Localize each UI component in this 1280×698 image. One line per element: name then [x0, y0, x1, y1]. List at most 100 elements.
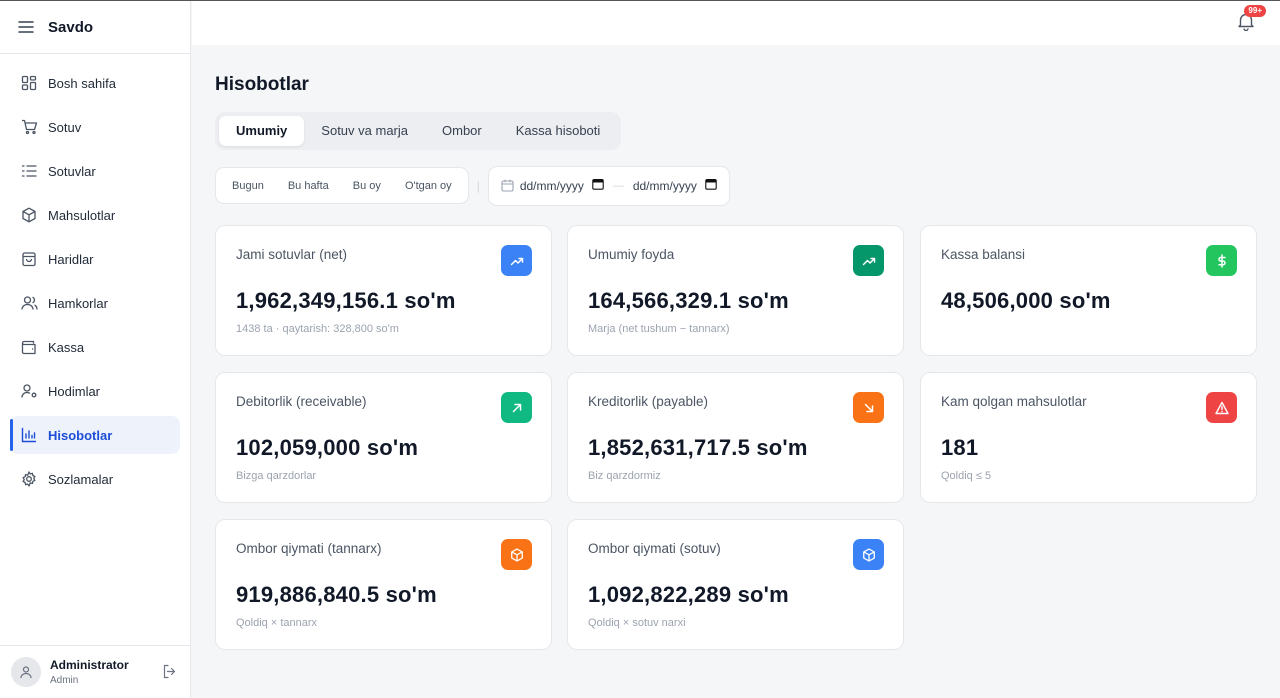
date-range-separator: —: [612, 179, 624, 192]
user-gear-icon: [20, 382, 38, 400]
sidebar-item-label: Mahsulotlar: [48, 207, 116, 223]
wallet-icon: [20, 338, 38, 356]
cart-icon: [20, 118, 38, 136]
card-title: Kreditorlik (payable): [588, 394, 709, 409]
card-title: Jami sotuvlar (net): [236, 247, 348, 262]
date-from-placeholder: dd/mm/yyyy: [519, 178, 584, 193]
card-subtitle: Bizga qarzdorlar: [236, 470, 317, 482]
range-buttons: Bugun Bu hafta Bu oy O'tgan oy: [215, 167, 469, 204]
tab-ombor[interactable]: Ombor: [425, 116, 499, 146]
sidebar-item-hisobotlar[interactable]: Hisobotlar: [10, 416, 180, 454]
card-title: Umumiy foyda: [588, 247, 675, 262]
date-range: dd/mm/yyyy — dd/mm/yyyy: [487, 165, 730, 206]
report-tabs: Umumiy Sotuv va marja Ombor Kassa hisobo…: [215, 112, 622, 150]
stat-card-kreditorlik: Kreditorlik (payable) 1,852,631,717.5 so…: [567, 372, 904, 503]
tab-kassa-hisoboti[interactable]: Kassa hisoboti: [499, 116, 618, 146]
card-value: 48,506,000 so'm: [941, 288, 1111, 313]
box-icon: [853, 539, 884, 570]
sidebar-item-sotuv[interactable]: Sotuv: [10, 108, 180, 146]
sidebar-item-label: Hodimlar: [48, 383, 101, 399]
menu-icon[interactable]: [18, 20, 34, 34]
card-value: 1,962,349,156.1 so'm: [236, 288, 456, 313]
bag-icon: [20, 250, 38, 268]
calendar-icon: [501, 179, 514, 192]
card-title: Ombor qiymati (sotuv): [588, 541, 721, 556]
filters-bar: Bugun Bu hafta Bu oy O'tgan oy | dd/mm/y…: [215, 165, 730, 206]
sidebar-item-label: Hamkorlar: [48, 295, 108, 311]
filter-divider: |: [476, 178, 480, 193]
sidebar-item-label: Hisobotlar: [48, 427, 113, 443]
avatar[interactable]: [11, 657, 41, 687]
page-title: Hisobotlar: [215, 74, 309, 95]
sidebar-item-label: Sozlamalar: [48, 471, 114, 487]
sidebar-item-label: Sotuv: [48, 119, 82, 135]
card-title: Debitorlik (receivable): [236, 394, 367, 409]
card-value: 1,852,631,717.5 so'm: [588, 435, 808, 460]
sidebar-item-kassa[interactable]: Kassa: [10, 328, 180, 366]
card-title: Kam qolgan mahsulotlar: [941, 394, 1087, 409]
tab-umumiy[interactable]: Umumiy: [219, 116, 305, 146]
calendar-picker-icon[interactable]: [592, 178, 604, 193]
sidebar-item-label: Haridlar: [48, 251, 94, 267]
list-icon: [20, 162, 38, 180]
stat-card-jami-sotuvlar: Jami sotuvlar (net) 1,962,349,156.1 so'm…: [215, 225, 552, 356]
sidebar-header: Savdo: [0, 1, 190, 54]
user-name: Administrator: [50, 658, 129, 672]
card-value: 102,059,000 so'm: [236, 435, 419, 460]
card-subtitle: Qoldiq ≤ 5: [941, 470, 992, 482]
tab-sotuv-va-marja[interactable]: Sotuv va marja: [304, 116, 425, 146]
box-icon: [20, 206, 38, 224]
gear-icon: [20, 470, 38, 488]
stat-card-kam-qolgan: Kam qolgan mahsulotlar 181 Qoldiq ≤ 5: [920, 372, 1257, 503]
range-bu-hafta-button[interactable]: Bu hafta: [276, 172, 341, 200]
sidebar-item-label: Sotuvlar: [48, 163, 96, 179]
card-subtitle: 1438 ta · qaytarish: 328,800 so'm: [236, 323, 399, 335]
trend-up-icon: [501, 245, 532, 276]
arrow-down-right-icon: [853, 392, 884, 423]
sidebar-item-mahsulotlar[interactable]: Mahsulotlar: [10, 196, 180, 234]
calendar-picker-icon[interactable]: [705, 178, 717, 193]
sidebar-item-hamkorlar[interactable]: Hamkorlar: [10, 284, 180, 322]
date-to-field[interactable]: dd/mm/yyyy: [633, 178, 717, 193]
range-bugun-button[interactable]: Bugun: [220, 172, 276, 200]
stat-card-debitorlik: Debitorlik (receivable) 102,059,000 so'm…: [215, 372, 552, 503]
stat-card-ombor-sotuv: Ombor qiymati (sotuv) 1,092,822,289 so'm…: [567, 519, 904, 650]
users-icon: [20, 294, 38, 312]
dollar-icon: [1206, 245, 1237, 276]
warning-icon: [1206, 392, 1237, 423]
card-subtitle: Marja (net tushum − tannarx): [588, 323, 730, 335]
sidebar-item-bosh-sahifa[interactable]: Bosh sahifa: [10, 64, 180, 102]
stat-card-ombor-tannarx: Ombor qiymati (tannarx) 919,886,840.5 so…: [215, 519, 552, 650]
sidebar: Savdo Bosh sahifa Sotuv Sotuvlar Mahsulo…: [0, 1, 191, 698]
card-value: 181: [941, 435, 979, 460]
brand-name: Savdo: [48, 18, 94, 36]
user-role: Admin: [50, 675, 79, 686]
topbar: 99+: [192, 1, 1280, 45]
arrow-up-right-icon: [501, 392, 532, 423]
user-panel: Administrator Admin: [0, 645, 191, 698]
sidebar-item-haridlar[interactable]: Haridlar: [10, 240, 180, 278]
range-bu-oy-button[interactable]: Bu oy: [341, 172, 393, 200]
box-icon: [501, 539, 532, 570]
logout-icon[interactable]: [162, 664, 177, 684]
card-value: 1,092,822,289 so'm: [588, 582, 789, 607]
date-to-placeholder: dd/mm/yyyy: [632, 178, 697, 193]
sidebar-item-sotuvlar[interactable]: Sotuvlar: [10, 152, 180, 190]
trend-up-icon: [853, 245, 884, 276]
date-from-field[interactable]: dd/mm/yyyy: [520, 178, 604, 193]
card-subtitle: Biz qarzdormiz: [588, 470, 661, 482]
notification-badge: 99+: [1244, 5, 1266, 17]
stat-card-umumiy-foyda: Umumiy foyda 164,566,329.1 so'm Marja (n…: [567, 225, 904, 356]
card-title: Ombor qiymati (tannarx): [236, 541, 382, 556]
sidebar-item-hodimlar[interactable]: Hodimlar: [10, 372, 180, 410]
sidebar-item-sozlamalar[interactable]: Sozlamalar: [10, 460, 180, 498]
stat-card-kassa-balansi: Kassa balansi 48,506,000 so'm: [920, 225, 1257, 356]
card-value: 919,886,840.5 so'm: [236, 582, 437, 607]
sidebar-item-label: Bosh sahifa: [48, 75, 116, 91]
card-subtitle: Qoldiq × sotuv narxi: [588, 617, 686, 629]
card-title: Kassa balansi: [941, 247, 1026, 262]
card-subtitle: Qoldiq × tannarx: [236, 617, 318, 629]
sidebar-nav: Bosh sahifa Sotuv Sotuvlar Mahsulotlar H…: [0, 54, 190, 498]
card-value: 164,566,329.1 so'm: [588, 288, 789, 313]
range-otgan-oy-button[interactable]: O'tgan oy: [393, 172, 464, 200]
